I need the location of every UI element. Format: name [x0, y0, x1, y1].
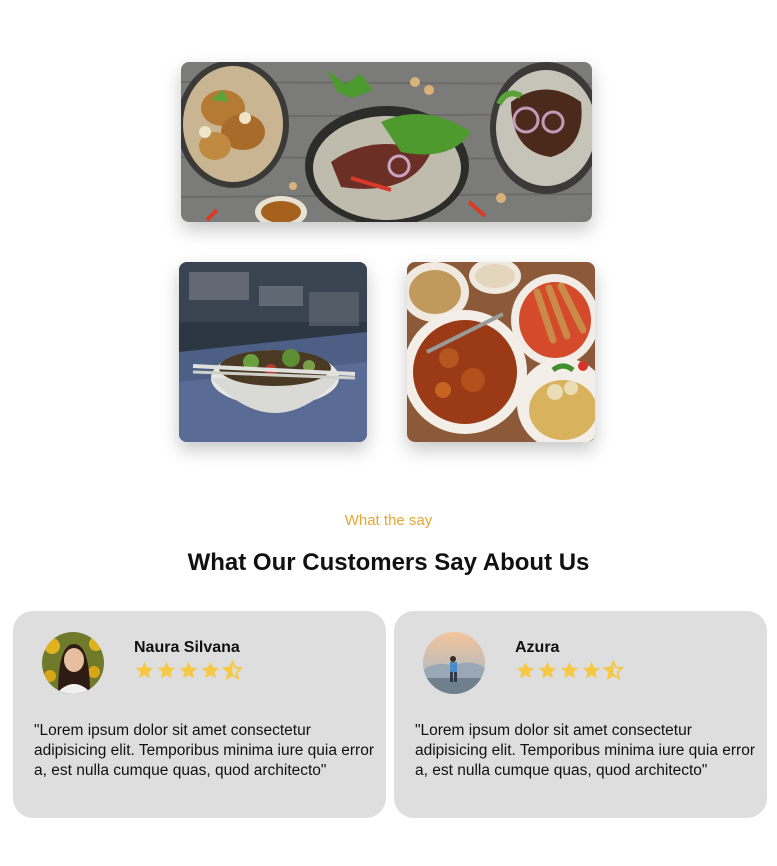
reviewer-name: Azura	[515, 639, 560, 656]
star-half-icon	[603, 658, 624, 684]
testimonial-quote: "Lorem ipsum dolor sit amet consectetur …	[34, 722, 375, 779]
noodle-bowl-image	[179, 262, 367, 442]
star-icon	[537, 658, 558, 684]
star-half-icon	[222, 658, 243, 684]
star-icon	[178, 658, 199, 684]
star-icon	[134, 658, 155, 684]
star-icon	[581, 658, 602, 684]
reviewer-name: Naura Silvana	[134, 639, 240, 656]
food-spread-image	[407, 262, 595, 442]
avatar	[42, 632, 104, 694]
star-icon	[515, 658, 536, 684]
star-icon	[559, 658, 580, 684]
star-icon	[200, 658, 221, 684]
star-rating	[134, 658, 243, 684]
hero-food-image	[181, 62, 592, 222]
star-rating	[515, 658, 624, 684]
testimonial-card: Azura "Lorem ipsum dolor sit amet consec…	[394, 611, 767, 818]
section-title: What Our Customers Say About Us	[187, 549, 590, 576]
star-icon	[156, 658, 177, 684]
avatar	[423, 632, 485, 694]
testimonial-card: Naura Silvana "Lorem ipsum dolor sit ame…	[13, 611, 386, 818]
testimonial-quote: "Lorem ipsum dolor sit amet consectetur …	[415, 722, 756, 779]
section-eyebrow: What the say	[344, 512, 433, 529]
